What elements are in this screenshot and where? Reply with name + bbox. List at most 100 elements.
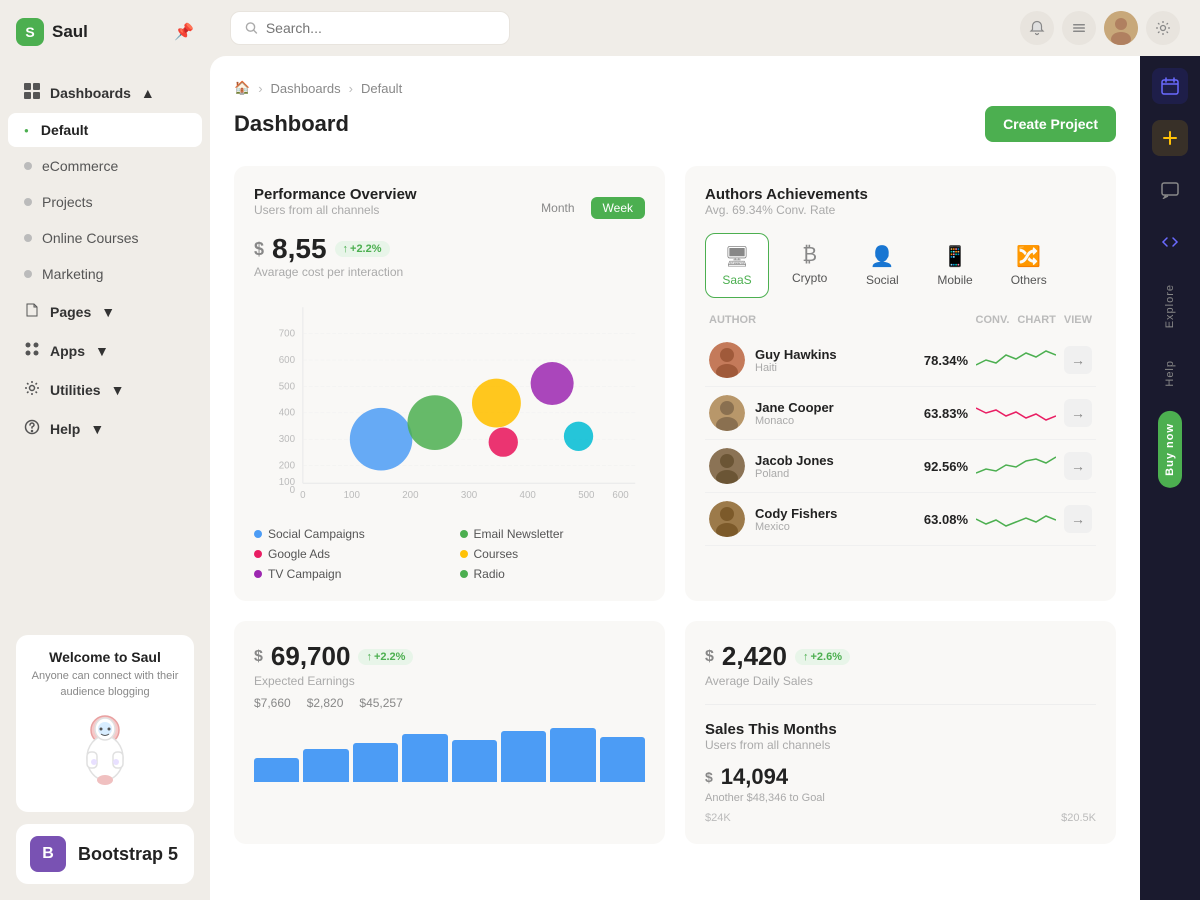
- bar-2: [353, 743, 398, 782]
- nav-section-dashboards: Dashboards ▲ Default eCommerce Projects …: [0, 74, 210, 291]
- content-area: 🏠 › Dashboards › Default Dashboard Creat…: [210, 56, 1200, 900]
- sales-goal-text: Another $48,346 to Goal: [705, 792, 1096, 804]
- svg-text:200: 200: [279, 461, 296, 472]
- tab-mobile[interactable]: 📱 Mobile: [922, 233, 987, 298]
- sidebar-item-marketing[interactable]: Marketing: [8, 257, 202, 291]
- code-icon[interactable]: [1152, 224, 1188, 260]
- author-country-1: Monaco: [755, 415, 834, 427]
- welcome-subtitle: Anyone can connect with their audience b…: [30, 669, 180, 700]
- author-row-0: Guy Hawkins Haiti 78.34% →: [705, 334, 1096, 387]
- sales-month-subtitle: Users from all channels: [705, 738, 1096, 752]
- sidebar-item-default[interactable]: Default: [8, 113, 202, 147]
- earnings-label: Expected Earnings: [254, 674, 413, 688]
- sidebar-item-ecommerce[interactable]: eCommerce: [8, 149, 202, 183]
- help-label[interactable]: Help: [1160, 352, 1180, 395]
- tab-week[interactable]: Week: [591, 197, 645, 219]
- daily-sales-label: Average Daily Sales: [705, 674, 1096, 688]
- sales-month-value: $ 14,094: [705, 764, 1096, 790]
- page-header: Dashboard Create Project: [234, 106, 1116, 142]
- pin-icon[interactable]: 📌: [174, 22, 194, 42]
- plus-icon[interactable]: [1152, 120, 1188, 156]
- bootstrap-title: Bootstrap 5: [78, 844, 178, 865]
- earnings-value: $ 69,700 +2.2%: [254, 641, 413, 672]
- tab-social[interactable]: 👤 Social: [850, 233, 914, 298]
- chart-legend: Social Campaigns Email Newsletter Google…: [254, 527, 645, 581]
- message-icon[interactable]: [1152, 172, 1188, 208]
- bar-0: [254, 758, 299, 782]
- author-conv-1: 63.83%: [924, 406, 968, 421]
- dot-icon: [24, 162, 32, 170]
- period-tabs: Month Week: [529, 197, 645, 219]
- author-row-3: Cody Fishers Mexico 63.08% →: [705, 493, 1096, 546]
- author-view-3[interactable]: →: [1064, 505, 1092, 533]
- sidebar-item-help[interactable]: Help ▼: [8, 410, 202, 447]
- sidebar-nav: Dashboards ▲ Default eCommerce Projects …: [0, 64, 210, 619]
- author-name-1: Jane Cooper: [755, 400, 834, 415]
- author-avatar-0: [709, 342, 745, 378]
- svg-text:500: 500: [279, 381, 296, 392]
- create-project-button[interactable]: Create Project: [985, 106, 1116, 142]
- svg-text:400: 400: [520, 490, 537, 501]
- svg-text:600: 600: [279, 355, 296, 366]
- bar-5: [501, 731, 546, 782]
- authors-card: Authors Achievements Avg. 69.34% Conv. R…: [685, 166, 1116, 601]
- svg-text:500: 500: [578, 490, 595, 501]
- buy-now-label[interactable]: Buy now: [1158, 411, 1182, 488]
- author-country-2: Poland: [755, 468, 834, 480]
- topbar-right: [1020, 11, 1180, 45]
- right-panel: Explore Help Buy now: [1140, 56, 1200, 900]
- sidebar-item-projects[interactable]: Projects: [8, 185, 202, 219]
- tab-saas[interactable]: 🖥 SaaS: [705, 233, 769, 298]
- metric-value: $ 8,55 +2.2%: [254, 233, 645, 265]
- metric-badge: +2.2%: [335, 241, 390, 257]
- user-avatar[interactable]: [1104, 11, 1138, 45]
- tab-crypto[interactable]: ₿ Crypto: [777, 233, 842, 298]
- sidebar-item-apps[interactable]: Apps ▼: [8, 332, 202, 369]
- author-avatar-3: [709, 501, 745, 537]
- notifications-icon[interactable]: [1020, 11, 1054, 45]
- search-input[interactable]: [266, 20, 495, 36]
- sidebar-item-online-courses[interactable]: Online Courses: [8, 221, 202, 255]
- app-logo: S: [16, 18, 44, 46]
- explore-label[interactable]: Explore: [1160, 276, 1180, 336]
- author-view-2[interactable]: →: [1064, 452, 1092, 480]
- author-row-1: Jane Cooper Monaco 63.83% →: [705, 387, 1096, 440]
- author-view-0[interactable]: →: [1064, 346, 1092, 374]
- search-icon: [245, 21, 258, 35]
- svg-text:0: 0: [300, 490, 306, 501]
- author-chart-0: [976, 345, 1056, 375]
- legend-dot-tv: [254, 570, 262, 578]
- daily-sales-value: $ 2,420 +2.6%: [705, 641, 1096, 672]
- help-icon: [24, 419, 40, 438]
- legend-dot-social: [254, 530, 262, 538]
- bar-1: [303, 749, 348, 782]
- dashboards-icon: [24, 83, 40, 102]
- author-chart-1: [976, 398, 1056, 428]
- sidebar-item-utilities[interactable]: Utilities ▼: [8, 371, 202, 408]
- legend-dot-email: [460, 530, 468, 538]
- daily-sales-card: $ 2,420 +2.6% Average Daily Sales Sales …: [685, 621, 1116, 844]
- sidebar-item-pages[interactable]: Pages ▼: [8, 293, 202, 330]
- tab-others[interactable]: 🔀 Others: [996, 233, 1062, 298]
- authors-header: Authors Achievements Avg. 69.34% Conv. R…: [705, 186, 1096, 229]
- sales-month-section: Sales This Months Users from all channel…: [705, 704, 1096, 824]
- settings-icon[interactable]: [1146, 11, 1180, 45]
- mini-bar-chart: [254, 722, 645, 782]
- saas-icon: 🖥: [724, 244, 749, 269]
- dot-icon: [24, 270, 32, 278]
- search-box[interactable]: [230, 11, 510, 45]
- calendar-icon[interactable]: [1152, 68, 1188, 104]
- performance-title: Performance Overview Users from all chan…: [254, 186, 417, 229]
- svg-text:100: 100: [344, 490, 361, 501]
- menu-icon[interactable]: [1062, 11, 1096, 45]
- sidebar-item-dashboards[interactable]: Dashboards ▲: [8, 74, 202, 111]
- others-icon: 🔀: [1016, 244, 1041, 269]
- authors-subtitle: Avg. 69.34% Conv. Rate: [705, 203, 868, 217]
- chevron-icon: ▼: [90, 421, 104, 437]
- welcome-title: Welcome to Saul: [30, 649, 180, 665]
- dot-icon: [24, 198, 32, 206]
- tab-month[interactable]: Month: [529, 197, 586, 219]
- svg-text:600: 600: [612, 490, 629, 501]
- author-view-1[interactable]: →: [1064, 399, 1092, 427]
- breadcrumb-dashboards[interactable]: Dashboards: [271, 81, 341, 96]
